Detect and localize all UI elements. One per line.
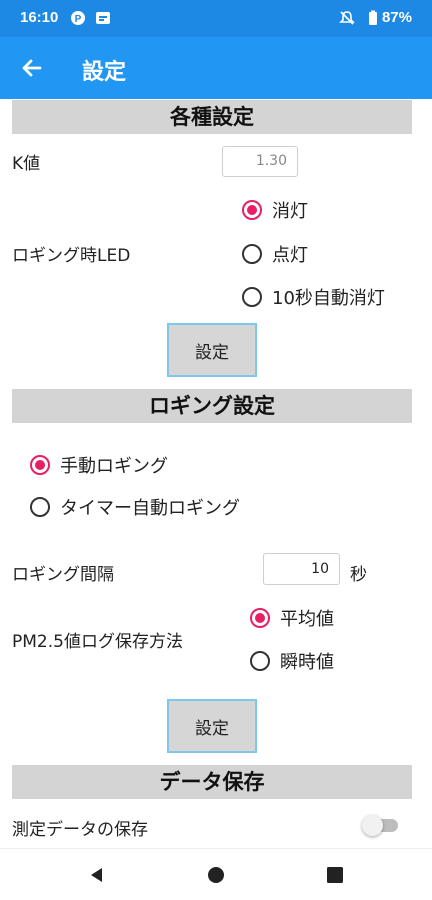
pm25-label: PM2.5値ログ保存方法	[12, 632, 183, 652]
led-option-off[interactable]: 消灯	[242, 197, 308, 223]
interval-unit: 秒	[350, 565, 367, 585]
pm25-option-instant-label: 瞬時値	[280, 652, 334, 673]
svg-text:P: P	[75, 14, 82, 25]
radio-unchecked-icon	[30, 497, 50, 517]
media-icon	[95, 10, 111, 26]
interval-label: ロギング間隔	[12, 565, 114, 585]
status-bar: 16:10 P 87%	[0, 0, 432, 37]
led-option-off-label: 消灯	[272, 201, 308, 222]
led-label: ロギング時LED	[12, 246, 131, 266]
radio-checked-icon	[30, 455, 50, 475]
radio-unchecked-icon	[250, 651, 270, 671]
logging-mode-timer[interactable]: タイマー自動ロギング	[30, 494, 240, 520]
logging-mode-manual[interactable]: 手動ロギング	[30, 452, 168, 478]
led-option-auto-off-label: 10秒自動消灯	[272, 288, 385, 309]
home-circle-icon[interactable]	[207, 866, 225, 888]
led-option-on[interactable]: 点灯	[242, 241, 308, 267]
radio-checked-icon	[242, 200, 262, 220]
pm25-option-average-label: 平均値	[280, 609, 334, 630]
navigation-bar	[0, 848, 432, 900]
section-header-logging: ロギング設定	[12, 389, 412, 423]
save-data-toggle[interactable]	[362, 814, 400, 836]
page-title: 設定	[82, 60, 127, 85]
pm25-option-average[interactable]: 平均値	[250, 605, 334, 631]
section-header-general: 各種設定	[12, 100, 412, 134]
recents-square-icon[interactable]	[326, 866, 344, 888]
radio-unchecked-icon	[242, 287, 262, 307]
k-value-field[interactable]: 1.30	[222, 146, 298, 177]
interval-field[interactable]: 10	[263, 553, 340, 585]
p-badge-icon: P	[70, 10, 86, 26]
logging-mode-timer-label: タイマー自動ロギング	[60, 498, 240, 519]
logging-mode-manual-label: 手動ロギング	[60, 456, 168, 477]
radio-checked-icon	[250, 608, 270, 628]
led-option-auto-off[interactable]: 10秒自動消灯	[242, 284, 385, 310]
back-triangle-icon[interactable]	[88, 866, 106, 888]
status-time: 16:10	[20, 9, 59, 26]
led-option-on-label: 点灯	[272, 245, 308, 266]
radio-unchecked-icon	[242, 244, 262, 264]
logging-set-button[interactable]: 設定	[167, 699, 257, 753]
general-set-button[interactable]: 設定	[167, 323, 257, 377]
battery-icon	[365, 10, 381, 26]
save-data-label: 測定データの保存	[12, 820, 148, 840]
mute-icon	[339, 10, 355, 26]
pm25-option-instant[interactable]: 瞬時値	[250, 648, 334, 674]
k-value-label: K値	[12, 154, 41, 174]
section-header-data-save: データ保存	[12, 765, 412, 799]
back-arrow-icon[interactable]	[18, 54, 46, 82]
toggle-thumb	[362, 815, 383, 836]
battery-percent: 87%	[381, 9, 412, 26]
app-bar: 設定	[0, 37, 432, 99]
